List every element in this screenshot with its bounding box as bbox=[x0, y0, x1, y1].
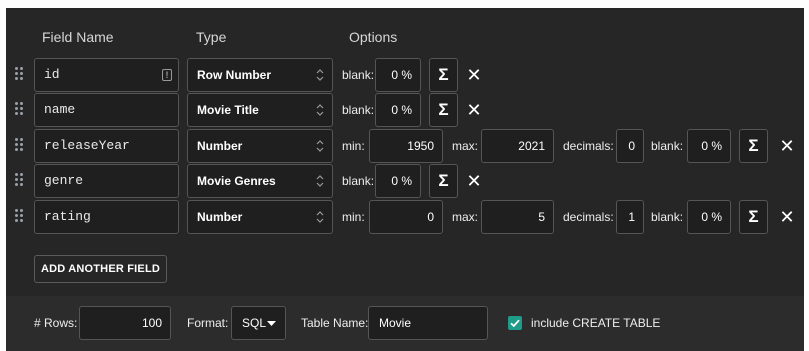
option-input-decimals[interactable]: 1 bbox=[616, 200, 644, 234]
field-row: name Movie Title blank: 0 % Σ ✕ bbox=[6, 93, 804, 127]
option-input-min[interactable]: 0 bbox=[369, 200, 443, 234]
option-input-blank[interactable]: 0 % bbox=[375, 164, 421, 198]
option-label-min: min: bbox=[342, 210, 365, 224]
field-name-input[interactable]: name bbox=[34, 93, 179, 127]
field-name-value: genre bbox=[44, 173, 84, 188]
updown-arrows-icon bbox=[316, 175, 324, 187]
alert-icon: ! bbox=[162, 69, 172, 81]
option-input-blank[interactable]: 0 % bbox=[375, 58, 421, 92]
option-input-max[interactable]: 2021 bbox=[481, 129, 554, 163]
field-type-select[interactable]: Movie Genres bbox=[187, 164, 333, 198]
format-label: Format: bbox=[187, 316, 229, 330]
field-type-value: Row Number bbox=[197, 68, 272, 82]
table-name-input[interactable]: Movie bbox=[368, 306, 488, 340]
formula-button[interactable]: Σ bbox=[429, 164, 458, 198]
schema-editor: Field Name Type Options id! Row Number bla… bbox=[6, 8, 804, 351]
create-table-checkbox[interactable] bbox=[508, 316, 522, 330]
remove-field-button[interactable]: ✕ bbox=[777, 129, 797, 163]
field-row: releaseYear Number min: 1950 max: 2021 decimal… bbox=[6, 129, 804, 163]
option-input-decimals[interactable]: 0 bbox=[616, 129, 644, 163]
option-label-max: max: bbox=[452, 210, 479, 224]
remove-field-button[interactable]: ✕ bbox=[464, 164, 484, 198]
option-input-min[interactable]: 1950 bbox=[369, 129, 443, 163]
updown-arrows-icon bbox=[316, 140, 324, 152]
option-label-blank: blank: bbox=[342, 174, 375, 188]
updown-arrows-icon bbox=[316, 104, 324, 116]
header-type: Type bbox=[196, 29, 227, 45]
field-name-input[interactable]: genre bbox=[34, 164, 179, 198]
drag-handle-icon[interactable] bbox=[15, 138, 23, 152]
rows-label: # Rows: bbox=[34, 316, 78, 330]
field-name-value: id bbox=[44, 67, 60, 82]
drag-handle-icon[interactable] bbox=[15, 209, 23, 223]
header-options: Options bbox=[349, 29, 398, 45]
field-row: genre Movie Genres blank: 0 % Σ ✕ bbox=[6, 164, 804, 198]
remove-field-button[interactable]: ✕ bbox=[464, 93, 484, 127]
field-row: rating Number min: 0 max: 5 decimals: 1 blank: 0 … bbox=[6, 200, 804, 234]
check-icon bbox=[510, 319, 520, 328]
field-name-input[interactable]: rating bbox=[34, 200, 179, 234]
remove-field-button[interactable]: ✕ bbox=[777, 200, 797, 234]
option-input-blank[interactable]: 0 % bbox=[375, 93, 421, 127]
format-select[interactable]: SQL bbox=[231, 306, 286, 340]
field-name-input[interactable]: releaseYear bbox=[34, 129, 179, 163]
formula-button[interactable]: Σ bbox=[739, 129, 768, 163]
field-type-value: Number bbox=[197, 139, 243, 153]
option-label-min: min: bbox=[342, 139, 365, 153]
remove-field-button[interactable]: ✕ bbox=[464, 58, 484, 92]
option-input-blank[interactable]: 0 % bbox=[687, 129, 731, 163]
option-label-blank: blank: bbox=[651, 210, 684, 224]
updown-arrows-icon bbox=[316, 211, 324, 223]
field-row: id! Row Number blank: 0 % Σ ✕ bbox=[6, 58, 804, 92]
header-field-name: Field Name bbox=[42, 29, 114, 45]
rows-input[interactable]: 100 bbox=[79, 306, 171, 340]
drag-handle-icon[interactable] bbox=[15, 67, 23, 81]
field-type-select[interactable]: Number bbox=[187, 129, 333, 163]
option-label-blank: blank: bbox=[651, 139, 684, 153]
field-type-value: Movie Title bbox=[197, 103, 259, 117]
field-name-value: rating bbox=[44, 209, 91, 224]
option-label-blank: blank: bbox=[342, 103, 375, 117]
option-label-blank: blank: bbox=[342, 68, 375, 82]
option-label-decimals: decimals: bbox=[563, 139, 614, 153]
table-name-label: Table Name: bbox=[301, 316, 369, 330]
field-type-select[interactable]: Row Number bbox=[187, 58, 333, 92]
formula-button[interactable]: Σ bbox=[739, 200, 768, 234]
field-type-select[interactable]: Movie Title bbox=[187, 93, 333, 127]
option-input-blank[interactable]: 0 % bbox=[687, 200, 731, 234]
updown-arrows-icon bbox=[316, 69, 324, 81]
drag-handle-icon[interactable] bbox=[15, 102, 23, 116]
footer-bar: # Rows: 100 Format: SQL Table Name: Movi… bbox=[6, 296, 804, 351]
option-label-decimals: decimals: bbox=[563, 210, 614, 224]
format-select-value: SQL bbox=[242, 316, 267, 330]
field-name-value: releaseYear bbox=[44, 138, 130, 153]
field-type-value: Movie Genres bbox=[197, 174, 276, 188]
field-name-value: name bbox=[44, 102, 76, 117]
option-label-max: max: bbox=[452, 139, 479, 153]
formula-button[interactable]: Σ bbox=[429, 58, 458, 92]
field-type-select[interactable]: Number bbox=[187, 200, 333, 234]
caret-down-icon bbox=[267, 321, 276, 326]
option-input-max[interactable]: 5 bbox=[481, 200, 554, 234]
formula-button[interactable]: Σ bbox=[429, 93, 458, 127]
create-table-label: include CREATE TABLE bbox=[531, 316, 661, 330]
add-another-field-button[interactable]: ADD ANOTHER FIELD bbox=[34, 255, 167, 283]
drag-handle-icon[interactable] bbox=[15, 173, 23, 187]
field-name-input[interactable]: id! bbox=[34, 58, 179, 92]
field-type-value: Number bbox=[197, 210, 243, 224]
